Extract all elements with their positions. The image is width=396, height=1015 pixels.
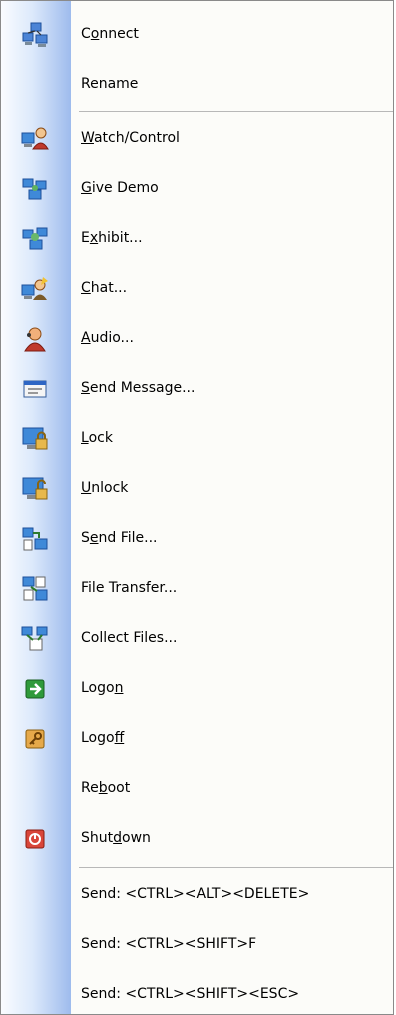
file-transfer-icon — [21, 575, 49, 603]
menu-item-send-ctrl-alt-delete[interactable]: Send: <CTRL><ALT><DELETE> — [1, 877, 393, 912]
menu-item-label: Shutdown — [81, 830, 151, 846]
menu-item-label: Send: <CTRL><SHIFT><ESC> — [81, 986, 300, 1002]
menu-item-label: Send File... — [81, 530, 158, 546]
menu-separator — [79, 111, 393, 112]
power-icon — [21, 825, 49, 853]
menu-item-watch-control[interactable]: Watch/Control — [1, 121, 393, 156]
menu-item-label: Give Demo — [81, 180, 159, 196]
menu-item-send-ctrl-shift-f[interactable]: Send: <CTRL><SHIFT>F — [1, 927, 393, 962]
menu-item-label: Send Message... — [81, 380, 196, 396]
menu-item-label: Send: <CTRL><ALT><DELETE> — [81, 886, 310, 902]
menu-item-label: Exhibit... — [81, 230, 143, 246]
menu-item-send-ctrl-shift-esc[interactable]: Send: <CTRL><SHIFT><ESC> — [1, 977, 393, 1012]
menu-item-logon[interactable]: Logon — [1, 671, 393, 706]
context-menu: Connect Rename Watch/Control Give Demo Exhib… — [0, 0, 394, 1015]
menu-item-unlock[interactable]: Unlock — [1, 471, 393, 506]
menu-item-chat[interactable]: Chat... — [1, 271, 393, 306]
exhibit-icon — [21, 225, 49, 253]
menu-item-label: Connect — [81, 26, 139, 42]
watch-control-icon — [21, 125, 49, 153]
menu-item-label: Reboot — [81, 780, 131, 796]
menu-item-label: Audio... — [81, 330, 134, 346]
menu-item-label: Logon — [81, 680, 124, 696]
menu-item-send-message[interactable]: Send Message... — [1, 371, 393, 406]
menu-item-reboot[interactable]: Reboot — [1, 771, 393, 806]
menu-item-collect-files[interactable]: Collect Files... — [1, 621, 393, 656]
network-computers-icon — [21, 21, 49, 49]
give-demo-icon — [21, 175, 49, 203]
menu-item-lock[interactable]: Lock — [1, 421, 393, 456]
menu-item-label: File Transfer... — [81, 580, 178, 596]
menu-item-label: Watch/Control — [81, 130, 180, 146]
message-window-icon — [21, 375, 49, 403]
menu-item-file-transfer[interactable]: File Transfer... — [1, 571, 393, 606]
menu-item-shutdown[interactable]: Shutdown — [1, 821, 393, 856]
lock-computer-icon — [21, 425, 49, 453]
collect-files-icon — [21, 625, 49, 653]
menu-item-label: Unlock — [81, 480, 129, 496]
menu-item-rename[interactable]: Rename — [1, 67, 393, 102]
menu-item-label: Logoff — [81, 730, 125, 746]
menu-item-exhibit[interactable]: Exhibit... — [1, 221, 393, 256]
menu-item-send-file[interactable]: Send File... — [1, 521, 393, 556]
menu-item-label: Send: <CTRL><SHIFT>F — [81, 936, 257, 952]
logon-arrow-icon — [21, 675, 49, 703]
menu-item-label: Rename — [81, 76, 139, 92]
menu-item-label: Chat... — [81, 280, 128, 296]
send-file-icon — [21, 525, 49, 553]
logoff-key-icon — [21, 725, 49, 753]
menu-separator — [79, 867, 393, 868]
audio-icon — [21, 325, 49, 353]
menu-item-give-demo[interactable]: Give Demo — [1, 171, 393, 206]
menu-item-connect[interactable]: Connect — [1, 17, 393, 52]
menu-item-label: Lock — [81, 430, 113, 446]
unlock-computer-icon — [21, 475, 49, 503]
menu-item-logoff[interactable]: Logoff — [1, 721, 393, 756]
menu-item-label: Collect Files... — [81, 630, 178, 646]
menu-item-audio[interactable]: Audio... — [1, 321, 393, 356]
chat-icon — [21, 275, 49, 303]
